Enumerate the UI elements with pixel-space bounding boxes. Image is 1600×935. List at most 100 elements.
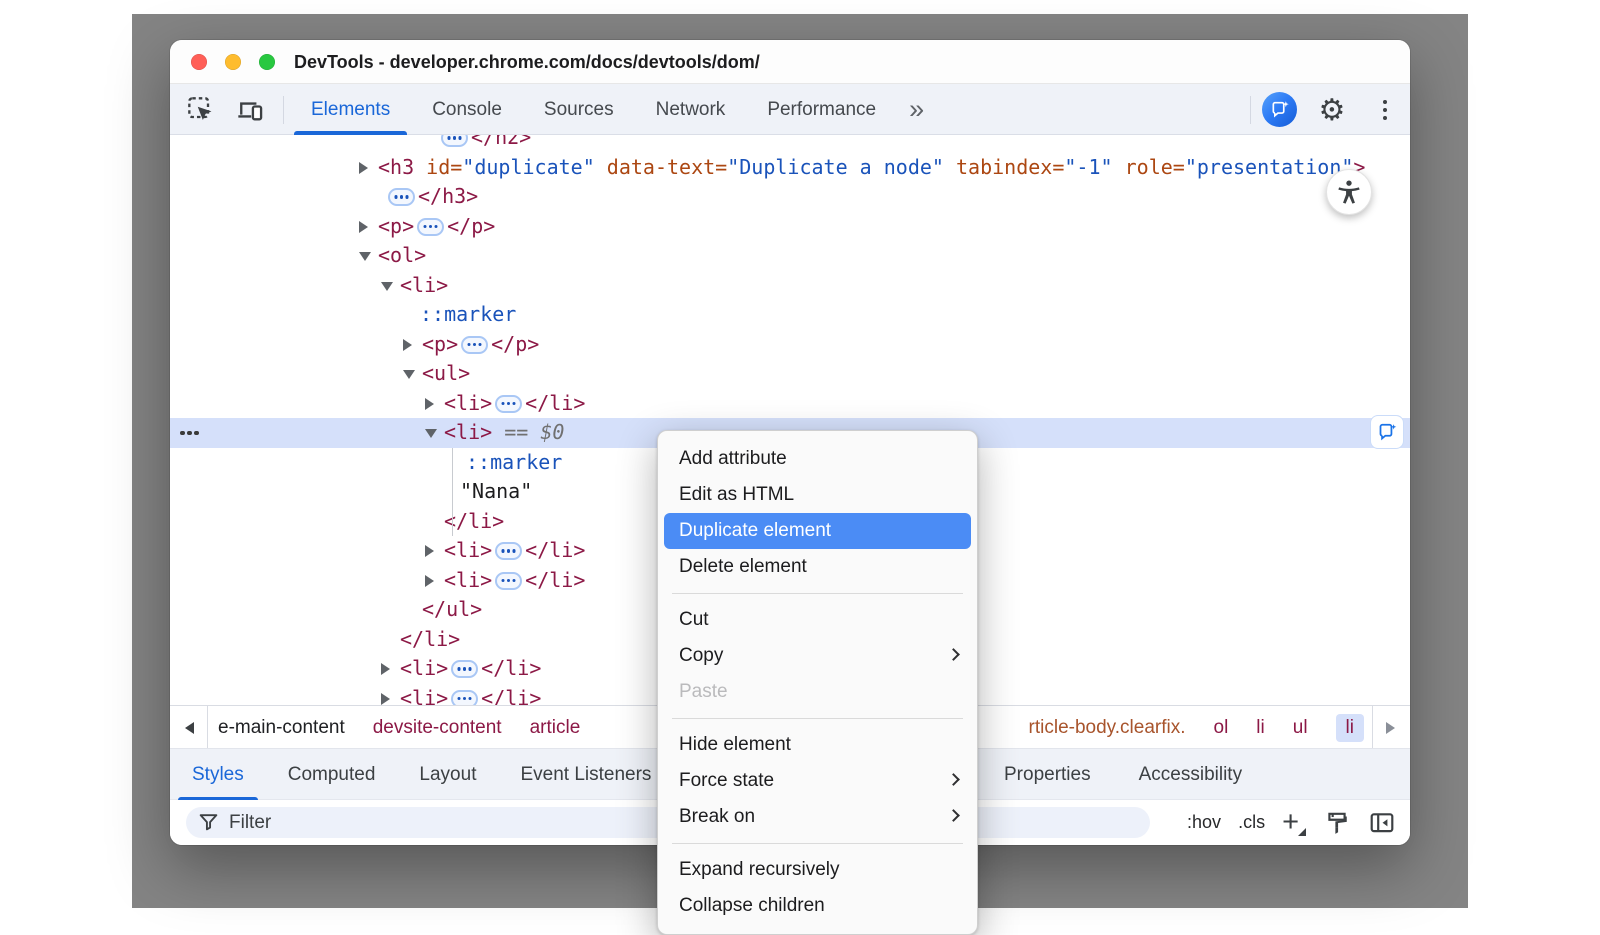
inline-expand-ellipsis-button[interactable] xyxy=(451,660,478,678)
expand-arrow-icon[interactable] xyxy=(425,575,434,587)
code-token-tag: </ul> xyxy=(422,597,482,621)
breadcrumb-scroll-right-button[interactable] xyxy=(1372,706,1408,749)
menu-item-add-attribute[interactable]: Add attribute xyxy=(658,441,977,477)
new-style-rule-button[interactable]: + xyxy=(1282,808,1306,837)
code-token-eq: == xyxy=(492,420,540,444)
inline-expand-ellipsis-button[interactable] xyxy=(495,572,522,590)
tab-network[interactable]: Network xyxy=(635,84,747,135)
expand-arrow-icon[interactable] xyxy=(381,663,390,675)
dom-tree-row[interactable]: <ul> xyxy=(170,359,1410,389)
element-classes-button[interactable]: .cls xyxy=(1238,812,1265,833)
tab-elements[interactable]: Elements xyxy=(290,84,411,135)
device-toolbar-icon[interactable] xyxy=(236,96,264,124)
menu-item-cut[interactable]: Cut xyxy=(658,602,977,638)
menu-item-hide-element[interactable]: Hide element xyxy=(658,727,977,763)
sidebar-tab-styles[interactable]: Styles xyxy=(170,749,266,801)
tab-console[interactable]: Console xyxy=(411,84,523,135)
tab-performance[interactable]: Performance xyxy=(746,84,897,135)
sidebar-tab-layout[interactable]: Layout xyxy=(397,749,498,801)
inline-expand-ellipsis-button[interactable] xyxy=(417,218,444,236)
menu-item-expand-recursively[interactable]: Expand recursively xyxy=(658,852,977,888)
more-tabs-icon[interactable]: » xyxy=(897,84,936,135)
inline-expand-ellipsis-button[interactable] xyxy=(388,188,415,206)
node-options-dots-icon[interactable] xyxy=(180,431,185,436)
breadcrumb-item[interactable]: article xyxy=(530,717,581,739)
inline-expand-ellipsis-button[interactable] xyxy=(441,135,468,147)
sidebar-tabs-right: PropertiesAccessibility xyxy=(982,749,1264,801)
breadcrumb-item[interactable]: ul xyxy=(1293,717,1308,739)
ai-assistant-button[interactable] xyxy=(1262,92,1297,127)
collapse-arrow-icon[interactable] xyxy=(403,370,415,379)
menu-item-duplicate-element[interactable]: Duplicate element xyxy=(664,513,971,549)
dom-tree-row[interactable]: <ol> xyxy=(170,241,1410,271)
collapse-arrow-icon[interactable] xyxy=(381,282,393,291)
dom-tree-row[interactable]: </h3> xyxy=(170,182,1410,212)
inline-expand-ellipsis-button[interactable] xyxy=(461,336,488,354)
menu-item-break-on[interactable]: Break on xyxy=(658,799,977,835)
expand-arrow-icon[interactable] xyxy=(425,545,434,557)
toggle-element-state-button[interactable]: :hov xyxy=(1187,812,1221,833)
menu-item-copy[interactable]: Copy xyxy=(658,638,977,674)
expand-arrow-icon[interactable] xyxy=(403,339,412,351)
expand-arrow-icon[interactable] xyxy=(359,221,368,233)
collapse-arrow-icon[interactable] xyxy=(359,252,371,261)
menu-item-delete-element[interactable]: Delete element xyxy=(658,549,977,585)
inline-expand-ellipsis-button[interactable] xyxy=(495,395,522,413)
code-token-dollar: $0 xyxy=(540,420,564,444)
breadcrumb-item[interactable]: li xyxy=(1256,717,1264,739)
breadcrumb-item-selected[interactable]: li xyxy=(1336,714,1364,742)
code-token-tag: </p> xyxy=(447,214,495,238)
breadcrumb-item[interactable]: ol xyxy=(1214,717,1229,739)
menu-item-paste: Paste xyxy=(658,674,977,710)
sidebar-tab-properties[interactable]: Properties xyxy=(982,749,1113,801)
menu-separator xyxy=(672,718,963,719)
code-token-tag: </h3> xyxy=(418,184,478,208)
expand-arrow-icon[interactable] xyxy=(425,398,434,410)
toolbar-divider xyxy=(283,96,284,124)
inspect-element-icon[interactable] xyxy=(187,96,215,124)
breadcrumb-item[interactable]: rticle-body.clearfix. xyxy=(1029,717,1186,739)
breadcrumb-scroll-left-button[interactable] xyxy=(172,706,208,749)
more-options-kebab-icon[interactable] xyxy=(1370,92,1400,128)
code-token-marker: ::marker xyxy=(420,302,516,326)
context-menu: Add attributeEdit as HTMLDuplicate eleme… xyxy=(657,430,978,935)
sidebar-tab-event-listeners[interactable]: Event Listeners xyxy=(498,749,673,801)
ai-hint-icon[interactable] xyxy=(1370,415,1404,449)
code-token-attr: tabindex= xyxy=(956,155,1064,179)
breadcrumb-item[interactable]: e-main-content xyxy=(218,717,345,739)
expand-arrow-icon[interactable] xyxy=(381,693,390,705)
code-token-plain xyxy=(414,155,426,179)
right-arrow-icon xyxy=(1386,722,1395,734)
expand-arrow-icon[interactable] xyxy=(359,162,368,174)
code-token-attr: id= xyxy=(426,155,462,179)
menu-item-edit-as-html[interactable]: Edit as HTML xyxy=(658,477,977,513)
settings-gear-icon[interactable] xyxy=(1314,92,1350,128)
code-token-val: "Duplicate a node" xyxy=(727,155,944,179)
inline-expand-ellipsis-button[interactable] xyxy=(495,542,522,560)
code-token-tag: <ul> xyxy=(422,361,470,385)
dom-tree-row[interactable]: <p></p> xyxy=(170,212,1410,242)
dom-tree-row[interactable]: <h3 id="duplicate" data-text="Duplicate … xyxy=(170,153,1410,183)
inline-expand-ellipsis-button[interactable] xyxy=(451,690,478,706)
tab-sources[interactable]: Sources xyxy=(523,84,635,135)
breadcrumb-item[interactable]: devsite-content xyxy=(373,717,502,739)
dom-tree-row[interactable]: <p></p> xyxy=(170,330,1410,360)
minimize-button[interactable] xyxy=(225,54,241,70)
sidebar-tab-accessibility[interactable]: Accessibility xyxy=(1117,749,1264,801)
dom-tree-row[interactable]: <li></li> xyxy=(170,389,1410,419)
code-token-tag: <li> xyxy=(444,420,492,444)
collapse-arrow-icon[interactable] xyxy=(425,429,437,438)
sidebar-tab-computed[interactable]: Computed xyxy=(266,749,398,801)
toggle-sidebar-icon[interactable] xyxy=(1368,809,1396,837)
screenshot-canvas: { "window": { "title": "DevTools - devel… xyxy=(0,0,1600,908)
menu-separator xyxy=(672,593,963,594)
close-button[interactable] xyxy=(191,54,207,70)
dom-tree-row[interactable]: ::marker xyxy=(170,300,1410,330)
menu-item-collapse-children[interactable]: Collapse children xyxy=(658,888,977,924)
menu-item-force-state[interactable]: Force state xyxy=(658,763,977,799)
dom-tree-row[interactable]: </h2> xyxy=(170,135,1410,153)
zoom-button[interactable] xyxy=(259,54,275,70)
rendering-brush-icon[interactable] xyxy=(1323,809,1351,837)
dom-tree-row[interactable]: <li> xyxy=(170,271,1410,301)
code-token-tag: <li> xyxy=(444,568,492,592)
